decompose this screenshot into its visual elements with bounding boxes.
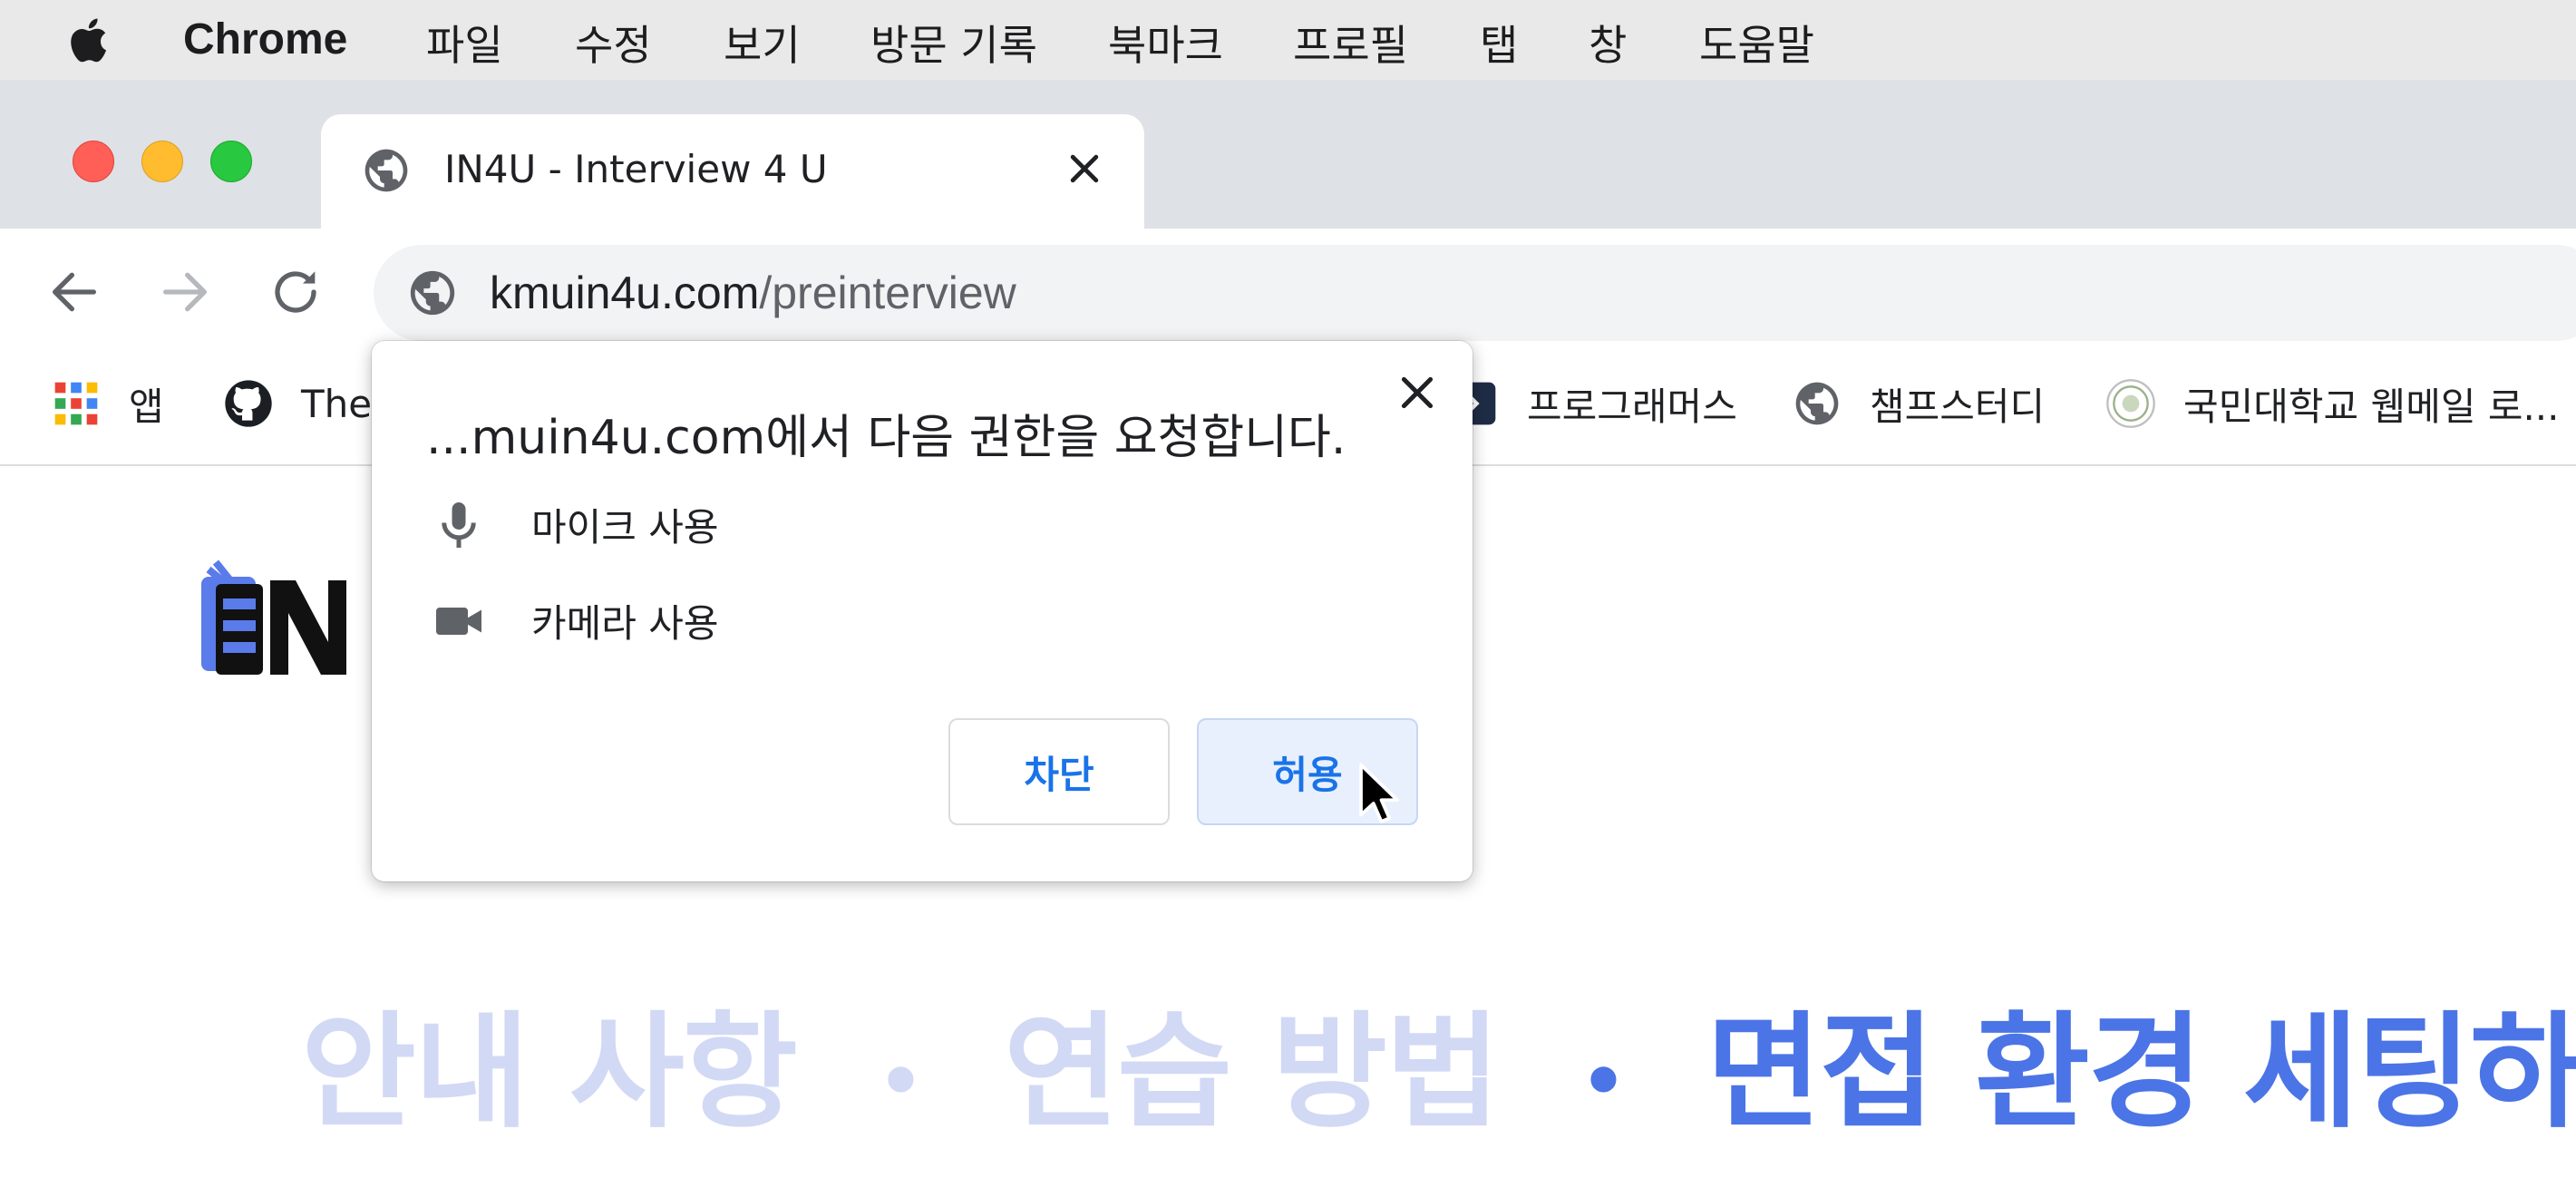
close-dialog-icon[interactable] [1395, 370, 1440, 415]
url-path: /preinterview [759, 268, 1016, 318]
in4u-logo [201, 560, 346, 675]
dialog-title: ...muin4u.com에서 다음 권한을 요청합니다. [426, 411, 1346, 465]
camera-icon [436, 607, 481, 635]
active-tab[interactable]: IN4U - Interview 4 U [321, 114, 1144, 230]
minimize-window-button[interactable] [141, 141, 183, 182]
step-practice[interactable]: 연습 방법 [1004, 999, 1501, 1145]
reload-icon[interactable] [267, 263, 325, 321]
close-window-button[interactable] [73, 141, 114, 182]
menu-window[interactable]: 창 [1589, 13, 1627, 73]
bookmark-apps[interactable]: 앱 [51, 372, 164, 435]
permission-microphone: 마이크 사용 [432, 497, 719, 552]
step-separator: • [1580, 1038, 1627, 1124]
tab-title: IN4U - Interview 4 U [444, 147, 828, 191]
bookmark-label: 챔프스터디 [1870, 384, 2046, 429]
globe-icon [365, 149, 408, 192]
apps-grid-icon [54, 382, 98, 425]
step-guide[interactable]: 안내 사항 [301, 999, 798, 1145]
menu-bookmarks[interactable]: 북마크 [1108, 13, 1223, 73]
url-domain: kmuin4u.com [490, 268, 760, 318]
permission-label: 카메라 사용 [531, 601, 719, 646]
apple-logo-icon[interactable] [63, 13, 118, 67]
close-tab-icon[interactable] [1064, 149, 1104, 189]
step-navigation: 안내 사항 • 연습 방법 • 면접 환경 세팅하기 [301, 970, 2576, 1152]
bookmark-programmers[interactable]: 프로그래머스 [1449, 372, 1737, 435]
menu-edit[interactable]: 수정 [575, 13, 652, 73]
step-separator: • [877, 1038, 924, 1124]
university-seal-icon [2106, 379, 2155, 428]
menu-view[interactable]: 보기 [724, 13, 801, 73]
back-arrow-icon[interactable] [45, 263, 103, 321]
menu-app-name[interactable]: Chrome [183, 15, 347, 64]
bookmark-github[interactable]: The [223, 372, 372, 435]
forward-arrow-icon[interactable] [156, 263, 214, 321]
block-button[interactable]: 차단 [948, 718, 1170, 825]
menu-file[interactable]: 파일 [426, 13, 503, 73]
step-setup-active[interactable]: 면접 환경 세팅하기 [1706, 999, 2576, 1145]
bookmark-kookmin-webmail[interactable]: 국민대학교 웹메일 로... [2105, 372, 2560, 435]
url-text: kmuin4u.com/preinterview [490, 267, 1016, 319]
mouse-cursor-icon [1359, 763, 1399, 823]
permission-label: 마이크 사용 [531, 505, 719, 550]
site-info-globe-icon[interactable] [406, 267, 459, 319]
bookmark-champstudy[interactable]: 챔프스터디 [1792, 372, 2045, 435]
menu-tab[interactable]: 탭 [1480, 13, 1518, 73]
address-bar[interactable]: kmuin4u.com/preinterview [374, 245, 2576, 341]
github-icon [225, 380, 272, 427]
permission-dialog: ...muin4u.com에서 다음 권한을 요청합니다. 마이크 사용 카메라… [372, 341, 1473, 881]
permission-camera: 카메라 사용 [432, 593, 719, 648]
menu-history[interactable]: 방문 기록 [870, 13, 1037, 73]
menu-help[interactable]: 도움말 [1699, 13, 1814, 73]
globe-icon [1795, 382, 1839, 425]
zoom-window-button[interactable] [210, 141, 252, 182]
menu-profile[interactable]: 프로필 [1293, 13, 1408, 73]
bookmark-label: 국민대학교 웹메일 로... [2183, 384, 2560, 429]
microphone-icon [442, 501, 476, 548]
bookmark-label: 앱 [129, 384, 164, 429]
bookmark-label: 프로그래머스 [1527, 384, 1737, 429]
macos-menubar: Chrome 파일 수정 보기 방문 기록 북마크 프로필 탭 창 도움말 [0, 0, 2576, 80]
bookmark-label: The [301, 381, 373, 426]
